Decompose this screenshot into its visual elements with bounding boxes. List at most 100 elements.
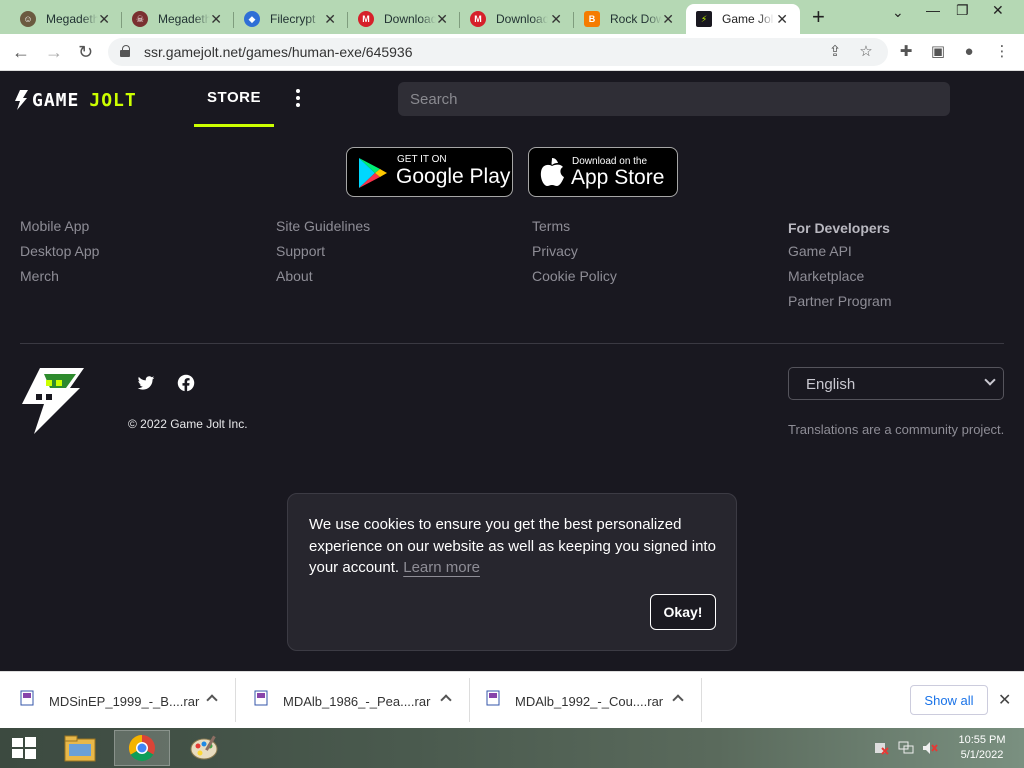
paint-taskbar-button[interactable] (176, 730, 232, 766)
lock-icon[interactable] (120, 45, 130, 57)
chevron-up-icon[interactable] (440, 694, 452, 706)
volume-muted-icon[interactable] (922, 741, 938, 755)
browser-tab[interactable]: ☺ Megadeth ✕ (10, 4, 122, 34)
paint-palette-icon (190, 735, 218, 760)
tab-title: Megadeth (46, 12, 98, 26)
browser-tab[interactable]: M Download ✕ (348, 4, 460, 34)
translations-note: Translations are a community project. (788, 422, 1005, 437)
language-select[interactable]: English (788, 367, 1004, 400)
footer-link-terms[interactable]: Terms (532, 218, 617, 243)
browser-tab-active[interactable]: ⚡ Game Jolt ✕ (686, 4, 800, 34)
browser-tab[interactable]: ◆ Filecrypt ✕ (234, 4, 348, 34)
side-panel-icon[interactable]: ▣ (929, 42, 947, 60)
cookie-message: We use cookies to ensure you get the bes… (309, 514, 719, 579)
bookmark-star-icon[interactable]: ☆ (857, 42, 875, 60)
tab-close-icon[interactable]: ✕ (98, 11, 110, 27)
forward-arrow-icon[interactable]: → (45, 42, 63, 62)
google-play-badge[interactable]: GET IT ON Google Play (346, 147, 513, 197)
chrome-taskbar-button[interactable] (114, 730, 170, 766)
back-arrow-icon[interactable]: ← (12, 42, 30, 62)
start-button[interactable] (0, 730, 48, 766)
tab-favicon-icon: B (584, 11, 600, 27)
tab-close-icon[interactable]: ✕ (210, 11, 222, 27)
store-nav-link[interactable]: STORE (194, 71, 274, 127)
gamejolt-logo[interactable]: GAME JOLT (14, 89, 137, 111)
footer-link-desktop-app[interactable]: Desktop App (20, 243, 99, 268)
share-icon[interactable]: ⇪ (826, 42, 844, 60)
browser-tab[interactable]: B Rock Down ✕ (574, 4, 686, 34)
footer-link-partner-program[interactable]: Partner Program (788, 293, 891, 318)
facebook-icon[interactable] (177, 374, 195, 392)
download-shelf: MDSinEP_1999_-_B....rar MDAlb_1986_-_Pea… (0, 671, 1024, 728)
logo-word-game: GAME (32, 89, 80, 111)
tab-title: Download (496, 12, 548, 26)
okay-button[interactable]: Okay! (650, 594, 716, 630)
footer-link-merch[interactable]: Merch (20, 268, 99, 293)
folder-icon (64, 735, 96, 762)
google-play-icon (359, 158, 387, 188)
footer-column-2: Site Guidelines Support About (276, 218, 370, 293)
reload-icon[interactable]: ↻ (78, 42, 93, 62)
chevron-up-icon[interactable] (206, 694, 218, 706)
site-header: GAME JOLT STORE (0, 71, 1024, 127)
window-close-icon[interactable]: ✕ (992, 2, 1004, 19)
extensions-puzzle-icon[interactable]: ✚ (897, 42, 915, 60)
tab-title: Megadeth (158, 12, 210, 26)
tab-close-icon[interactable]: ✕ (550, 11, 562, 27)
gamejolt-bolt-mascot-icon[interactable] (20, 366, 86, 436)
network-warning-icon[interactable] (874, 741, 890, 755)
browser-tab[interactable]: M Download ✕ (460, 4, 574, 34)
network-icon[interactable] (898, 741, 914, 755)
system-clock[interactable]: 10:55 PM 5/1/2022 (952, 733, 1012, 763)
footer-link-mobile-app[interactable]: Mobile App (20, 218, 99, 243)
footer-link-support[interactable]: Support (276, 243, 370, 268)
footer-link-cookie-policy[interactable]: Cookie Policy (532, 268, 617, 293)
tab-title: Rock Down (610, 12, 662, 26)
tab-close-icon[interactable]: ✕ (324, 11, 336, 27)
profile-avatar-icon[interactable]: ● (960, 42, 978, 60)
restore-icon[interactable]: ❐ (956, 2, 969, 19)
minimize-icon[interactable]: — (926, 2, 940, 18)
footer-column-1: Mobile App Desktop App Merch (20, 218, 99, 293)
download-separator (701, 678, 702, 722)
tab-favicon-icon: ⚡ (696, 11, 712, 27)
chevron-up-icon[interactable] (672, 694, 684, 706)
rar-file-icon (254, 690, 268, 706)
google-badge-small-text: GET IT ON (397, 154, 447, 165)
address-bar[interactable]: ssr.gamejolt.net/games/human-exe/645936 (108, 38, 888, 66)
close-download-shelf-icon[interactable]: ✕ (998, 690, 1011, 710)
language-select-value: English (806, 376, 856, 393)
footer-column-3: Terms Privacy Cookie Policy (532, 218, 617, 293)
rar-file-icon (20, 690, 34, 706)
show-all-downloads-button[interactable]: Show all (910, 685, 988, 715)
browser-menu-icon[interactable]: ⋮ (993, 42, 1011, 60)
download-filename: MDAlb_1986_-_Pea....rar (283, 694, 431, 709)
app-store-badge[interactable]: Download on the App Store (528, 147, 678, 197)
chevron-down-icon (984, 374, 996, 386)
footer-link-privacy[interactable]: Privacy (532, 243, 617, 268)
twitter-icon[interactable] (137, 374, 155, 392)
footer-link-marketplace[interactable]: Marketplace (788, 268, 891, 293)
footer-link-game-api[interactable]: Game API (788, 243, 891, 268)
url-text[interactable]: ssr.gamejolt.net/games/human-exe/645936 (144, 44, 413, 60)
tab-close-icon[interactable]: ✕ (776, 11, 788, 27)
tab-close-icon[interactable]: ✕ (662, 11, 674, 27)
windows-logo-icon (12, 737, 36, 759)
download-item[interactable]: MDSinEP_1999_-_B....rar (0, 672, 236, 729)
browser-tab[interactable]: ☠ Megadeth ✕ (122, 4, 234, 34)
learn-more-link[interactable]: Learn more (403, 559, 480, 576)
tab-search-chevron-icon[interactable]: ⌄ (892, 4, 904, 21)
more-options-icon[interactable] (296, 89, 300, 109)
footer-link-site-guidelines[interactable]: Site Guidelines (276, 218, 370, 243)
file-explorer-button[interactable] (52, 730, 108, 766)
new-tab-button[interactable]: + (812, 6, 825, 28)
download-filename: MDSinEP_1999_-_B....rar (49, 694, 200, 709)
download-item[interactable]: MDAlb_1992_-_Cou....rar (466, 672, 702, 729)
tab-title: Filecrypt (270, 12, 316, 26)
search-input[interactable] (398, 82, 950, 116)
download-item[interactable]: MDAlb_1986_-_Pea....rar (234, 672, 470, 729)
tab-close-icon[interactable]: ✕ (436, 11, 448, 27)
footer-link-about[interactable]: About (276, 268, 370, 293)
tab-title: Game Jolt (722, 12, 774, 26)
google-badge-big-text: Google Play (396, 165, 511, 188)
